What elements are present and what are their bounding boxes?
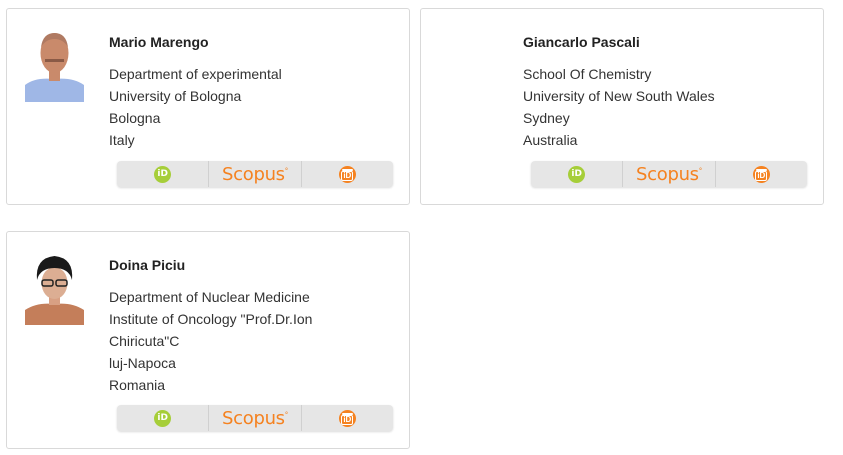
affiliation-line: Bologna [109, 110, 161, 126]
orcid-icon: iD [154, 165, 172, 183]
author-info: Giancarlo Pascali School Of Chemistry Un… [523, 33, 715, 151]
author-id-links: iD Scopus° iD [531, 161, 807, 187]
affiliation-line: Department of Nuclear Medicine [109, 289, 310, 305]
affiliation-line: Institute of Oncology "Prof.Dr.Ion [109, 311, 313, 327]
affiliation-line: School Of Chemistry [523, 66, 652, 82]
author-id-links: iD Scopus° iD [117, 405, 393, 431]
affiliation-line: Australia [523, 132, 578, 148]
affiliation-line: Sydney [523, 110, 570, 126]
author-photo [25, 27, 84, 102]
orcid-link[interactable]: iD [531, 161, 624, 187]
scopus-logo: Scopus° [222, 163, 288, 185]
scopus-logo: Scopus° [222, 407, 288, 429]
affiliation-line: luj-Napoca [109, 355, 176, 371]
author-card: Giancarlo Pascali School Of Chemistry Un… [420, 8, 824, 205]
orcid-icon: iD [568, 165, 586, 183]
scopus-link[interactable]: Scopus° [623, 161, 716, 187]
orcid-icon: iD [154, 409, 172, 427]
affiliation-line: University of New South Wales [523, 88, 715, 104]
publons-link[interactable]: iD [302, 405, 393, 431]
author-info: Doina Piciu Department of Nuclear Medici… [109, 256, 312, 396]
scopus-link[interactable]: Scopus° [209, 161, 302, 187]
affiliation-line: Romania [109, 377, 166, 393]
orcid-link[interactable]: iD [117, 405, 210, 431]
publons-icon: iD [338, 165, 356, 183]
author-name[interactable]: Mario Marengo [109, 33, 282, 51]
scopus-logo: Scopus° [636, 163, 702, 185]
publons-link[interactable]: iD [716, 161, 807, 187]
publons-link[interactable]: iD [302, 161, 393, 187]
author-photo [25, 250, 84, 325]
affiliation-line: University of Bologna [109, 88, 242, 104]
author-card: Doina Piciu Department of Nuclear Medici… [6, 231, 410, 449]
scopus-link[interactable]: Scopus° [209, 405, 302, 431]
orcid-link[interactable]: iD [117, 161, 210, 187]
author-card: Mario Marengo Department of experimental… [6, 8, 410, 205]
publons-icon: iD [338, 409, 356, 427]
affiliation-line: Italy [109, 132, 135, 148]
author-id-links: iD Scopus° iD [117, 161, 393, 187]
affiliation-line: Chiricuta"C [109, 333, 180, 349]
author-name[interactable]: Doina Piciu [109, 256, 312, 274]
publons-icon: iD [752, 165, 770, 183]
affiliation-line: Department of experimental [109, 66, 282, 82]
author-name[interactable]: Giancarlo Pascali [523, 33, 715, 51]
author-info: Mario Marengo Department of experimental… [109, 33, 282, 151]
